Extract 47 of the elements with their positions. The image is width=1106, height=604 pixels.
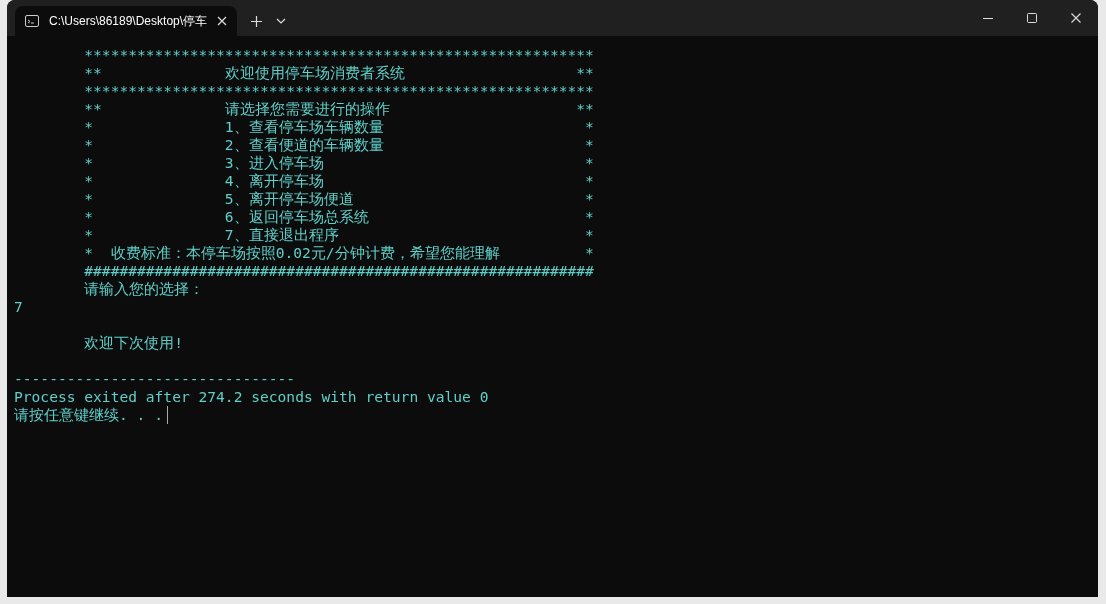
console-text: Process exited after 274.2 seconds with return value 0 [14,388,489,406]
border-marker: * [84,190,94,207]
border-marker: ** [576,64,594,82]
border-marker: * [84,118,94,135]
console-text: 7 [14,298,23,316]
menu-text: 2、查看便道的车辆数量 [224,136,384,154]
border-marker: * [585,136,594,154]
console-text: 欢迎下次使用! [84,334,184,352]
border-marker: ** [84,100,102,117]
menu-text: 7、直接退出程序 [224,226,339,244]
fee-note: 收费标准：本停车场按照0.02元/分钟计费，希望您能理解 [110,244,500,262]
console-text: 请输入您的选择： [84,280,205,298]
menu-text: 1、查看停车场车辆数量 [224,118,384,136]
border-marker: * [84,172,94,189]
border-marker: * [585,118,594,136]
menu-text: 欢迎使用停车场消费者系统 [224,64,405,82]
border-marker: ** [84,64,102,81]
menu-text: 4、离开停车场 [224,172,324,190]
border-marker: * [585,244,594,262]
terminal-icon [25,15,39,27]
menu-text: 3、进入停车场 [224,154,324,172]
asterisk-border: ########################################################## [84,262,594,280]
close-icon[interactable] [217,16,228,26]
menu-text: 5、离开停车场便道 [224,190,354,208]
plus-icon[interactable] [251,15,262,27]
close-icon[interactable] [1071,13,1081,23]
menu-text: 请选择您需要进行的操作 [224,100,390,118]
chevron-down-icon[interactable] [276,18,286,24]
border-marker: * [585,172,594,190]
border-marker: * [84,136,94,153]
minimize-icon[interactable] [983,17,993,19]
menu-text: 6、返回停车场总系统 [224,208,369,226]
console-text: -------------------------------- [14,370,296,388]
border-marker: * [84,154,94,171]
border-marker: * [84,244,94,261]
border-marker: * [84,226,94,243]
border-marker: * [585,226,594,244]
maximize-icon[interactable] [1027,13,1037,23]
asterisk-border: ********************************************************** [84,82,594,100]
border-marker: * [585,154,594,172]
asterisk-border: ********************************************************** [84,46,594,64]
terminal-tab[interactable]: C:\Users\86189\Desktop\停车 [15,6,237,36]
border-marker: * [585,208,594,226]
border-marker: * [585,190,594,208]
border-marker: * [84,208,94,225]
border-marker: ** [576,100,594,118]
console-text: 请按任意键继续. . . [14,406,163,424]
